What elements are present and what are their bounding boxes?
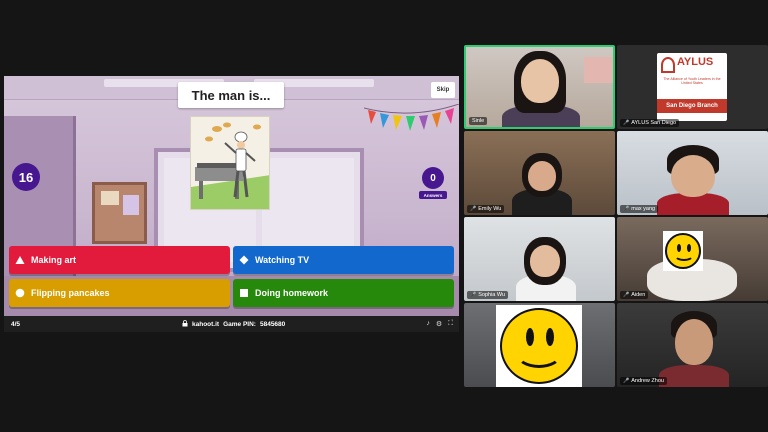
lock-icon bbox=[182, 319, 188, 329]
corkboard-note bbox=[123, 195, 139, 215]
mic-muted-icon: 🎤 bbox=[623, 206, 630, 212]
mic-muted-icon: 🎤 bbox=[623, 378, 630, 384]
aylus-logo: AYLUS The Alliance of Youth Leaders in t… bbox=[657, 53, 727, 121]
kahoot-shared-screen: The man is... Skip 16 0 Answers Making a… bbox=[4, 76, 459, 332]
mic-muted-icon: 🎤 bbox=[623, 120, 630, 126]
participant-tile-max-yang[interactable]: 🎤 max yang bbox=[617, 131, 768, 215]
answer-option-square[interactable]: Doing homework bbox=[233, 279, 454, 307]
game-pin-value: 5845680 bbox=[259, 320, 286, 328]
participant-name: max yang bbox=[631, 206, 656, 212]
participant-tile-aiden[interactable]: 🎤 Aiden bbox=[617, 217, 768, 301]
participant-tile-smiley[interactable] bbox=[464, 303, 615, 387]
smiley-face-icon bbox=[500, 308, 578, 384]
participant-name-tag: Sinle bbox=[469, 117, 488, 125]
aylus-arch-icon bbox=[661, 57, 675, 73]
bunting-decoration bbox=[364, 104, 459, 131]
mic-muted-icon: 🎤 bbox=[470, 206, 477, 212]
answers-count: 0 bbox=[422, 167, 444, 189]
aylus-tagline: The Alliance of Youth Leaders in the Uni… bbox=[663, 77, 721, 86]
answer-label: Watching TV bbox=[255, 255, 310, 265]
answer-label: Making art bbox=[31, 255, 77, 265]
participant-name-tag: 🎤 AYLUS San Diego bbox=[620, 119, 680, 127]
mute-sound-icon[interactable]: ♪ bbox=[426, 320, 430, 328]
participant-video bbox=[530, 245, 560, 277]
zoom-meeting-window: The man is... Skip 16 0 Answers Making a… bbox=[0, 0, 768, 432]
participant-name-tag: 🎤 Aiden bbox=[620, 291, 649, 299]
aylus-branch-label: San Diego Branch bbox=[657, 99, 727, 113]
smiley-face-icon bbox=[665, 233, 701, 269]
participant-video bbox=[528, 161, 556, 191]
settings-icon[interactable]: ⚙ bbox=[436, 320, 442, 328]
chef-illustration bbox=[191, 117, 269, 209]
participant-video bbox=[659, 365, 729, 387]
question-title-box: The man is... bbox=[178, 82, 284, 108]
participant-name: Sinle bbox=[472, 118, 485, 124]
game-pin-info: kahoot.it Game PIN: 5845680 bbox=[182, 319, 286, 329]
answer-option-circle[interactable]: Flipping pancakes bbox=[9, 279, 230, 307]
question-text: The man is... bbox=[191, 87, 271, 103]
answer-label: Flipping pancakes bbox=[31, 288, 110, 298]
participant-name: Aiden bbox=[631, 292, 646, 298]
mic-muted-icon: 🎤 bbox=[470, 292, 477, 298]
answer-label: Doing homework bbox=[255, 288, 329, 298]
fullscreen-icon[interactable]: ⛶ bbox=[448, 320, 453, 328]
triangle-icon bbox=[15, 255, 25, 265]
kahoot-bottom-bar: 4/5 kahoot.it Game PIN: 5845680 ♪ ⚙ ⛶ bbox=[4, 316, 459, 332]
participant-name: Sophia Wu bbox=[478, 292, 506, 298]
participant-video bbox=[671, 155, 715, 197]
participant-name-tag: 🎤 max yang bbox=[620, 205, 659, 213]
participant-tile-aylus-san-diego[interactable]: AYLUS The Alliance of Youth Leaders in t… bbox=[617, 45, 768, 129]
participant-tile-andrew-zhou[interactable]: 🎤 Andrew Zhou bbox=[617, 303, 768, 387]
game-pin-label: Game PIN: bbox=[223, 320, 256, 328]
participant-name-tag: 🎤 Sophia Wu bbox=[467, 291, 509, 299]
participant-tile-emily-wu[interactable]: 🎤 Emily Wu bbox=[464, 131, 615, 215]
question-image-chef bbox=[190, 116, 270, 210]
square-icon bbox=[239, 288, 249, 298]
participant-name: Emily Wu bbox=[478, 206, 502, 212]
circle-icon bbox=[15, 288, 25, 298]
classroom-corkboard bbox=[92, 182, 147, 244]
question-progress: 4/5 bbox=[11, 320, 21, 328]
participant-name-tag: 🎤 Andrew Zhou bbox=[620, 377, 667, 385]
participant-video bbox=[675, 319, 713, 365]
participant-video bbox=[521, 59, 559, 103]
participant-name: Andrew Zhou bbox=[631, 378, 664, 384]
kahoot-site: kahoot.it bbox=[192, 320, 220, 328]
answer-option-triangle[interactable]: Making art bbox=[9, 246, 230, 274]
participant-tile-sophia-wu[interactable]: 🎤 Sophia Wu bbox=[464, 217, 615, 301]
background-decor bbox=[584, 57, 613, 83]
corkboard-note bbox=[101, 191, 119, 205]
kahoot-bar-controls: ♪ ⚙ ⛶ bbox=[426, 320, 453, 328]
participant-name: AYLUS San Diego bbox=[631, 120, 677, 126]
participant-tile-sinle[interactable]: Sinle bbox=[464, 45, 615, 129]
participant-name-tag: 🎤 Emily Wu bbox=[467, 205, 505, 213]
mic-muted-icon: 🎤 bbox=[623, 292, 630, 298]
answer-option-diamond[interactable]: Watching TV bbox=[233, 246, 454, 274]
countdown-timer: 16 bbox=[12, 163, 40, 191]
diamond-icon bbox=[239, 255, 249, 265]
skip-button[interactable]: Skip bbox=[431, 82, 455, 98]
aylus-wordmark: AYLUS bbox=[677, 56, 714, 68]
answers-label: Answers bbox=[419, 191, 447, 199]
